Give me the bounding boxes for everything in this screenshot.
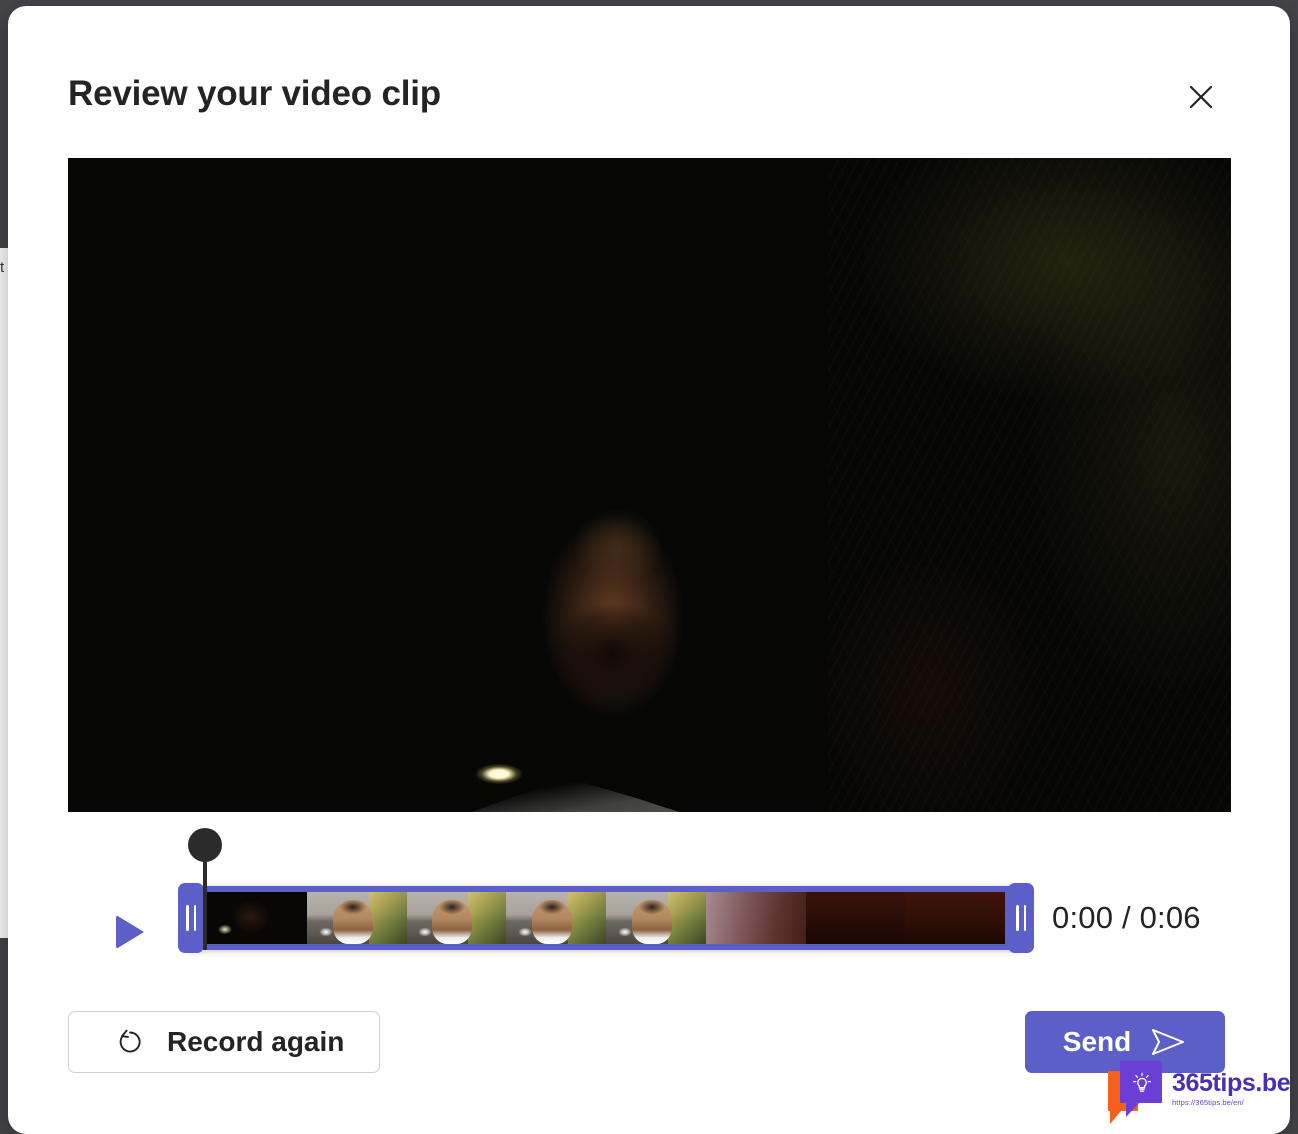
record-again-label: Record again [167,1026,345,1057]
filmstrip-frame [207,892,307,944]
record-again-button[interactable]: Record again [68,1011,380,1073]
filmstrip-frame [506,892,606,944]
trim-handle-grip-line [186,905,189,931]
timeline-row: 0:00 / 0:06 [8,828,1290,962]
send-paper-plane-icon [1152,1029,1185,1055]
dialog-header: Review your video clip [8,6,1290,156]
trim-handle-grip-line [1023,905,1026,931]
filmstrip-frame [805,892,906,944]
watermark-365tips: 365tips.be https://365tips.be/en/ [1108,1058,1291,1124]
time-display: 0:00 / 0:06 [1052,900,1201,935]
filmstrip-frame-light [316,926,335,938]
watermark-url: https://365tips.be/en/ [1172,1098,1244,1108]
filmstrip-frame-light [416,926,435,938]
watermark-name: 365tips.be [1172,1069,1291,1098]
video-scrubber-track[interactable] [178,828,1034,953]
video-frame-texture [828,158,1231,812]
trim-handle-grip-line [1016,905,1019,931]
filmstrip [207,892,1005,944]
watermark-text: 365tips.be https://365tips.be/en/ [1172,1069,1291,1108]
trim-handle-grip-line [193,905,196,931]
filmstrip-frame-light [516,926,535,938]
page-title: Review your video clip [68,74,441,113]
filmstrip-frame [306,892,407,944]
trim-handle-end[interactable] [1008,883,1034,953]
lightbulb-speech-bubble-icon [1108,1061,1164,1124]
playhead-knob [188,828,222,862]
video-ceiling-light [468,754,530,794]
send-label: Send [1062,1026,1132,1057]
video-subject-shadow [538,588,688,718]
dialog-footer: Record again Send [8,996,1290,1096]
filmstrip-frame [406,892,507,944]
lightbulb-icon [1133,1072,1151,1092]
rotate-counterclockwise-icon [119,1029,141,1053]
playhead-handle[interactable] [188,828,222,950]
video-preview[interactable] [68,158,1231,812]
filmstrip-frame [606,892,706,944]
play-button[interactable] [116,912,156,952]
close-icon [1189,85,1213,109]
filmstrip-frame [905,892,1005,944]
play-icon [116,915,144,949]
filmstrip-frame [705,892,806,944]
review-video-clip-dialog: Review your video clip 0:00 / 0:06 Recor… [8,6,1290,1134]
trim-handle-start[interactable] [178,883,204,953]
filmstrip-frame-light [615,926,634,938]
close-button[interactable] [1178,74,1224,120]
